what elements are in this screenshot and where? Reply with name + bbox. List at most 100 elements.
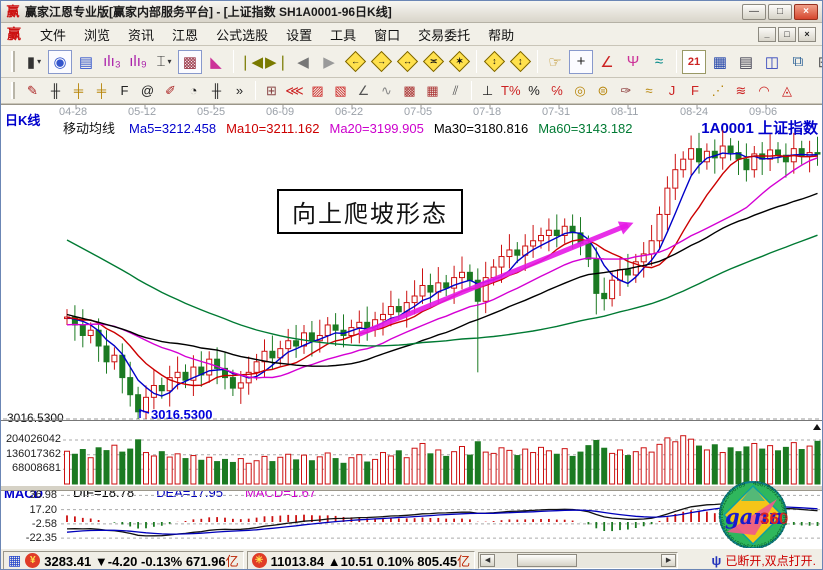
volume-bar — [207, 457, 212, 484]
gold-section2-icon[interactable]: ╪ — [91, 81, 112, 101]
shift-left-icon[interactable]: ← — [343, 50, 367, 74]
quote-table-icon[interactable]: ▦ — [8, 553, 21, 567]
speed-lines-icon[interactable]: ≋ — [731, 81, 752, 101]
brush-icon[interactable]: ✎ — [22, 81, 43, 101]
angle-lines-icon[interactable]: ∠ — [353, 81, 374, 101]
wave-gold-icon[interactable]: ≈ — [639, 81, 660, 101]
minimize-button[interactable]: — — [742, 4, 766, 20]
shrink-vert-icon[interactable]: ↨ — [508, 50, 532, 74]
four-quad-icon[interactable]: ◬ — [777, 81, 798, 101]
gold-circle-icon[interactable]: ◎ — [570, 81, 591, 101]
minute9-chart-icon[interactable]: ılı₉ — [126, 50, 150, 74]
horizontal-scrollbar[interactable]: ◀ ▶ — [478, 552, 678, 569]
scroll-thumb[interactable] — [517, 554, 577, 567]
minute3-chart-icon[interactable]: ılı₃ — [100, 50, 124, 74]
gann-grid-icon[interactable]: ▧ — [330, 81, 351, 101]
candle-body — [467, 272, 472, 280]
volume-bar — [254, 461, 259, 484]
angle-tool-icon[interactable]: ∠ — [595, 50, 619, 74]
wave-tool-icon[interactable]: ≈ — [647, 50, 671, 74]
spiral-icon[interactable]: @ — [137, 81, 158, 101]
gold-section-icon[interactable]: ╪ — [68, 81, 89, 101]
menu-item-3[interactable]: 江恩 — [163, 23, 207, 46]
volume-scale-2: 68008681 — [1, 462, 61, 474]
percent-retrace-icon[interactable]: T% — [500, 81, 522, 101]
hand-tool-icon[interactable]: ☞ — [543, 50, 567, 74]
quote-list-icon[interactable]: ▤ — [74, 50, 98, 74]
zoom-in-icon[interactable]: ≍ — [421, 50, 445, 74]
mdi-close-button[interactable]: × — [798, 27, 816, 42]
macd-pane-svg[interactable] — [1, 488, 823, 552]
gann-box-icon[interactable]: ▨ — [307, 81, 328, 101]
scroll-right-button[interactable]: ▶ — [661, 554, 676, 567]
price-pane-svg[interactable] — [1, 105, 823, 420]
formula-icon[interactable]: ▩ — [178, 50, 202, 74]
first-page-icon[interactable]: ❘◀ — [239, 50, 263, 74]
percent-line-icon[interactable]: ℅ — [547, 81, 568, 101]
sh-quote-panel: ▦ ¥ 3283.41 ▼-4.20 -0.13% 671.96亿 — [3, 551, 244, 570]
prev-page-icon[interactable]: ◀ — [291, 50, 315, 74]
mdi-minimize-button[interactable]: _ — [758, 27, 776, 42]
gold-line-icon[interactable]: ⊜ — [593, 81, 614, 101]
print-icon[interactable]: ⊟ — [812, 50, 823, 74]
menu-item-5[interactable]: 设置 — [277, 23, 321, 46]
volume-profile-icon[interactable]: ◣ — [204, 50, 228, 74]
ticks-icon[interactable]: ╫ — [206, 81, 227, 101]
scroll-left-button[interactable]: ◀ — [480, 554, 495, 567]
reset-zoom-icon[interactable]: ✶ — [447, 50, 471, 74]
menu-item-7[interactable]: 窗口 — [365, 23, 409, 46]
connection-panel[interactable]: ψ 已断开,双点打开. — [708, 551, 820, 570]
cycle-circle-icon[interactable]: ◔ — [183, 81, 204, 101]
candle-body — [491, 267, 496, 278]
price-ruler-icon[interactable]: ⊥ — [477, 81, 498, 101]
volume-bar — [546, 451, 551, 484]
candle-style-button[interactable]: ⌶▾ — [152, 50, 176, 74]
next-page-icon[interactable]: ▶ — [317, 50, 341, 74]
menu-item-8[interactable]: 交易委托 — [409, 23, 479, 46]
arc-lines-icon[interactable]: ◠ — [754, 81, 775, 101]
fan-lines-icon[interactable]: ⋘ — [284, 81, 305, 101]
menu-item-0[interactable]: 文件 — [31, 23, 75, 46]
zoom-out-icon[interactable]: ↔ — [395, 50, 419, 74]
zigzag-icon[interactable]: ∿ — [376, 81, 397, 101]
last-page-icon[interactable]: ▶❘ — [265, 50, 289, 74]
volume-pane-svg[interactable] — [1, 420, 823, 485]
slant-lines-icon[interactable]: ⫽ — [445, 81, 466, 101]
chart-area[interactable]: 日K线 1A0001 上证指数 移动均线Ma5=3212.458Ma10=321… — [1, 104, 823, 548]
menu-item-1[interactable]: 浏览 — [75, 23, 119, 46]
calculator-icon[interactable]: ▦ — [708, 50, 732, 74]
volume-bar — [602, 448, 607, 484]
stretch-vert-icon[interactable]: ↕ — [482, 50, 506, 74]
gann-tool-icon[interactable]: Ψ — [621, 50, 645, 74]
crosshair-tool-icon[interactable]: + — [569, 50, 593, 74]
calendar-icon[interactable]: 21 — [682, 50, 706, 74]
network-icon[interactable]: ◉ — [48, 50, 72, 74]
close-button[interactable]: × — [794, 4, 818, 20]
matrix2-icon[interactable]: ▦ — [422, 81, 443, 101]
f-line-icon[interactable]: F — [114, 81, 135, 101]
volume-bar — [586, 446, 591, 484]
notes-icon[interactable]: ▤ — [734, 50, 758, 74]
matrix-icon[interactable]: ▩ — [399, 81, 420, 101]
menu-item-4[interactable]: 公式选股 — [207, 23, 277, 46]
gann-ticks-icon[interactable]: ╫ — [45, 81, 66, 101]
candle-body — [104, 346, 109, 362]
brush2-icon[interactable]: ✐ — [160, 81, 181, 101]
kline-style-button[interactable]: ▮▾ — [22, 50, 46, 74]
shift-right-icon[interactable]: → — [369, 50, 393, 74]
box-frame-icon[interactable]: ⊞ — [261, 81, 282, 101]
menu-item-6[interactable]: 工具 — [321, 23, 365, 46]
menu-item-2[interactable]: 资讯 — [119, 23, 163, 46]
f2-line-icon[interactable]: F — [685, 81, 706, 101]
save-icon[interactable]: ◫ — [760, 50, 784, 74]
gold-slant-icon[interactable]: ⋰ — [708, 81, 729, 101]
mdi-restore-button[interactable]: □ — [778, 27, 796, 42]
volume-bar — [88, 458, 93, 484]
more-tools-chevron[interactable]: » — [229, 81, 250, 101]
j-line-icon[interactable]: J — [662, 81, 683, 101]
ink-icon[interactable]: ✑ — [616, 81, 637, 101]
restore-button[interactable]: □ — [768, 4, 792, 20]
screenshot-icon[interactable]: ⧉ — [786, 50, 810, 74]
percent-icon[interactable]: % — [524, 81, 545, 101]
menu-item-9[interactable]: 帮助 — [479, 23, 523, 46]
